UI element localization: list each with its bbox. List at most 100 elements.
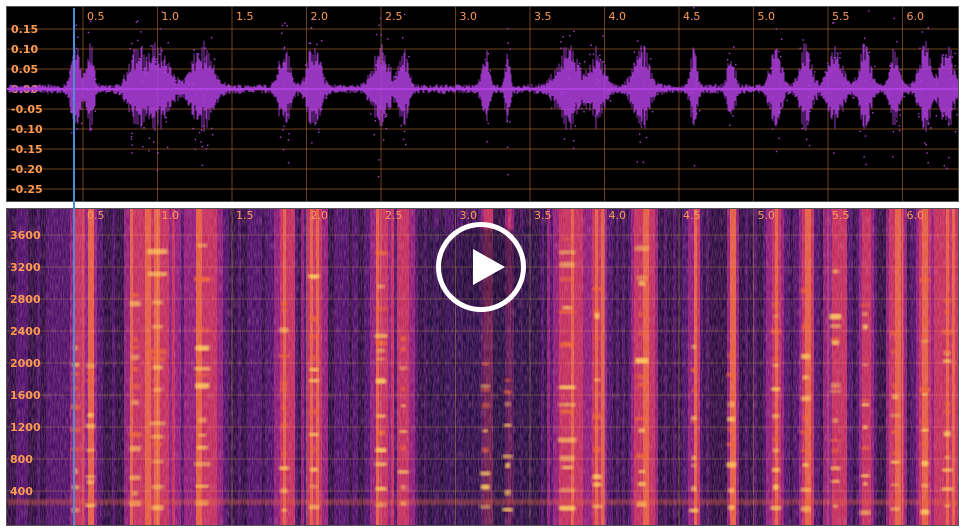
harmonic-streak bbox=[691, 389, 697, 393]
waveform-sample bbox=[953, 86, 955, 88]
waveform-sample bbox=[693, 165, 696, 167]
time-tick-label: 5.5 bbox=[832, 209, 850, 222]
waveform-sample bbox=[692, 110, 694, 113]
waveform-sample bbox=[92, 105, 95, 108]
waveform-sample bbox=[928, 122, 930, 125]
waveform-sample bbox=[487, 53, 489, 55]
waveform-sample bbox=[90, 20, 92, 22]
waveform-sample bbox=[775, 150, 778, 153]
waveform-sample bbox=[506, 120, 508, 122]
time-tick-label: 4.0 bbox=[609, 10, 627, 23]
harmonic-streak bbox=[592, 482, 602, 487]
waveform-sample bbox=[91, 74, 93, 76]
waveform-sample bbox=[382, 139, 385, 141]
waveform-sample bbox=[123, 97, 125, 100]
waveform-sample bbox=[137, 39, 139, 42]
harmonic-streak bbox=[131, 366, 139, 372]
waveform-sample bbox=[564, 91, 567, 93]
harmonic-streak bbox=[889, 330, 901, 336]
harmonic-streak bbox=[830, 337, 841, 341]
harmonic-streak bbox=[829, 439, 842, 443]
waveform-sample bbox=[852, 96, 854, 99]
waveform-sample bbox=[394, 80, 397, 83]
waveform-sample bbox=[865, 163, 867, 166]
waveform-sample bbox=[954, 131, 957, 133]
waveform-panel[interactable]: 0.15 0.10 0.05 0.00 -0.05 -0.10 -0.15 -0.20 -0.2… bbox=[6, 6, 959, 202]
waveform-sample bbox=[927, 162, 929, 164]
harmonic-streak bbox=[558, 385, 576, 390]
harmonic-streak bbox=[310, 447, 318, 453]
waveform-sample bbox=[769, 107, 771, 109]
waveform-sample bbox=[95, 86, 97, 88]
harmonic-streak bbox=[638, 469, 645, 474]
waveform-sample bbox=[286, 25, 288, 27]
harmonic-streak bbox=[829, 313, 842, 320]
waveform-sample bbox=[287, 114, 289, 116]
waveform-sample bbox=[161, 11, 163, 13]
waveform-sample bbox=[118, 93, 120, 96]
harmonic-streak bbox=[558, 310, 576, 314]
waveform-sample bbox=[201, 164, 204, 166]
harmonic-streak bbox=[194, 373, 211, 377]
waveform-sample bbox=[153, 141, 155, 143]
harmonic-streak bbox=[86, 479, 94, 485]
play-button[interactable] bbox=[436, 222, 526, 312]
waveform-sample bbox=[198, 131, 201, 134]
harmonic-streak bbox=[482, 429, 489, 433]
waveform-sample bbox=[778, 50, 780, 53]
harmonic-streak bbox=[637, 382, 646, 388]
playback-cursor[interactable] bbox=[72, 8, 75, 526]
waveform-sample bbox=[283, 46, 286, 49]
waveform-sample bbox=[640, 126, 643, 128]
harmonic-streak bbox=[889, 413, 901, 418]
harmonic-streak bbox=[635, 357, 649, 364]
harmonic-streak bbox=[278, 466, 290, 471]
waveform-sample bbox=[196, 53, 198, 55]
waveform-sample bbox=[311, 76, 313, 78]
waveform-sample bbox=[775, 28, 777, 30]
waveform-sample bbox=[205, 148, 208, 150]
waveform-sample bbox=[90, 128, 92, 131]
waveform-sample bbox=[308, 42, 311, 44]
waveform-sample bbox=[203, 125, 205, 127]
waveform-sample bbox=[75, 24, 77, 26]
harmonic-streak bbox=[862, 363, 869, 367]
harmonic-streak bbox=[131, 345, 140, 350]
waveform-sample bbox=[578, 63, 581, 65]
harmonic-streak bbox=[195, 484, 210, 489]
waveform-sample bbox=[131, 42, 133, 45]
harmonic-streak bbox=[771, 467, 780, 473]
waveform-sample bbox=[506, 59, 508, 61]
waveform-sample bbox=[768, 75, 770, 77]
waveform-sample bbox=[281, 32, 283, 34]
waveform-sample bbox=[925, 144, 927, 146]
waveform-sample bbox=[381, 67, 384, 69]
waveform-plot[interactable]: 0.150.100.050.00-0.05-0.10-0.15-0.20-0.2… bbox=[7, 7, 959, 202]
waveform-sample bbox=[75, 47, 78, 49]
waveform-sample bbox=[133, 50, 135, 52]
waveform-sample bbox=[589, 53, 591, 56]
waveform-sample bbox=[899, 69, 902, 71]
harmonic-streak bbox=[504, 401, 511, 407]
waveform-sample bbox=[941, 109, 943, 111]
waveform-sample bbox=[647, 91, 649, 93]
harmonic-streak bbox=[637, 481, 646, 487]
waveform-sample bbox=[596, 79, 598, 81]
harmonic-streak bbox=[400, 386, 407, 391]
harmonic-streak bbox=[800, 287, 811, 294]
waveform-sample bbox=[645, 136, 648, 139]
waveform-sample bbox=[945, 58, 947, 60]
waveform-sample bbox=[143, 127, 145, 129]
waveform-sample bbox=[141, 81, 144, 83]
waveform-sample bbox=[839, 52, 841, 54]
waveform-sample bbox=[696, 83, 698, 85]
harmonic-streak bbox=[859, 303, 871, 308]
waveform-sample bbox=[694, 68, 697, 70]
harmonic-streak bbox=[129, 300, 141, 307]
harmonic-streak bbox=[85, 448, 95, 452]
waveform-sample bbox=[227, 86, 229, 88]
harmonic-streak bbox=[279, 327, 289, 333]
waveform-sample bbox=[942, 66, 944, 68]
waveform-sample bbox=[935, 84, 938, 86]
waveform-sample bbox=[374, 120, 377, 122]
